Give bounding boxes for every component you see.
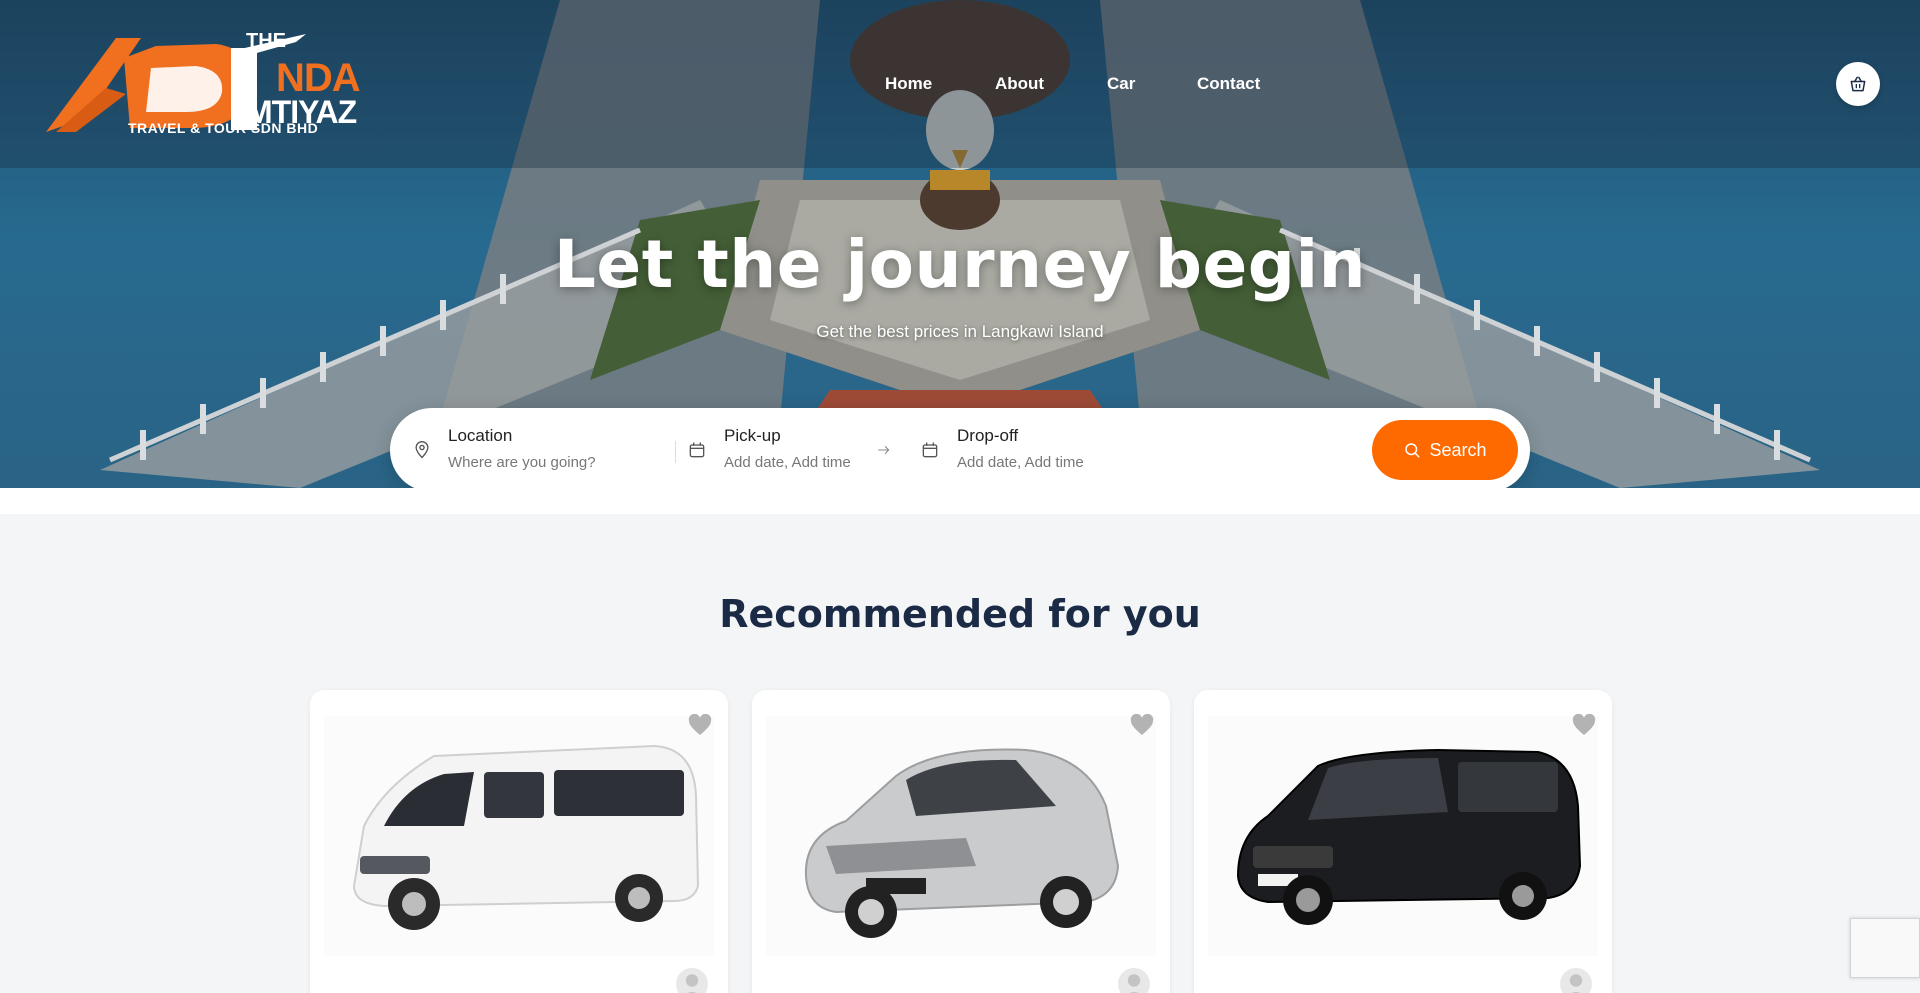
- pickup-label: Pick-up: [724, 426, 781, 445]
- owner-avatar: [674, 966, 710, 993]
- favorite-heart-icon[interactable]: [1130, 714, 1154, 736]
- location-label: Location: [448, 426, 513, 445]
- black-mpv-image: [1208, 716, 1598, 956]
- location-input[interactable]: Where are you going?: [448, 454, 596, 471]
- vehicle-card[interactable]: [310, 690, 728, 993]
- search-bar: Location Where are you going? Pick-up Ad…: [390, 408, 1530, 492]
- hero-title: Let the journey begin: [553, 226, 1367, 303]
- pickup-field[interactable]: Pick-up Add date, Add time: [724, 426, 851, 471]
- dropoff-field[interactable]: Drop-off Add date, Add time: [957, 426, 1084, 471]
- logo-word-the: THE: [246, 30, 286, 52]
- favorite-heart-icon[interactable]: [688, 714, 712, 736]
- recaptcha-badge[interactable]: [1850, 918, 1920, 978]
- owner-avatar: [1558, 966, 1594, 993]
- owner-avatar: [1116, 966, 1152, 993]
- pickup-input[interactable]: Add date, Add time: [724, 454, 851, 471]
- nav-car[interactable]: Car: [1107, 74, 1135, 94]
- search-icon: [1405, 443, 1420, 458]
- dropoff-input[interactable]: Add date, Add time: [957, 454, 1084, 471]
- calendar-icon: [922, 442, 938, 458]
- arrow-right-icon: [878, 446, 890, 454]
- silver-sedan-image: [766, 716, 1156, 956]
- location-field[interactable]: Location Where are you going?: [448, 426, 596, 471]
- nav-contact[interactable]: Contact: [1197, 74, 1260, 94]
- logo-tagline: TRAVEL & TOUR SDN BHD: [128, 120, 319, 136]
- dropoff-label: Drop-off: [957, 426, 1019, 445]
- nav-home[interactable]: Home: [885, 74, 932, 94]
- nav-about[interactable]: About: [995, 74, 1044, 94]
- vehicle-card[interactable]: [1194, 690, 1612, 993]
- white-van-image: [324, 716, 714, 956]
- recommended-title: Recommended for you: [719, 592, 1201, 636]
- vehicle-card[interactable]: [752, 690, 1170, 993]
- hero-bottom-strip: [0, 488, 1920, 514]
- calendar-icon: [689, 442, 705, 458]
- basket-icon: [1850, 76, 1866, 92]
- search-button-label: Search: [1429, 439, 1487, 460]
- search-button[interactable]: Search: [1372, 420, 1518, 480]
- field-divider: [675, 441, 676, 463]
- hero-subtitle: Get the best prices in Langkawi Island: [816, 322, 1104, 341]
- cart-button[interactable]: [1836, 62, 1880, 106]
- location-pin-icon: [415, 441, 429, 459]
- favorite-heart-icon[interactable]: [1572, 714, 1596, 736]
